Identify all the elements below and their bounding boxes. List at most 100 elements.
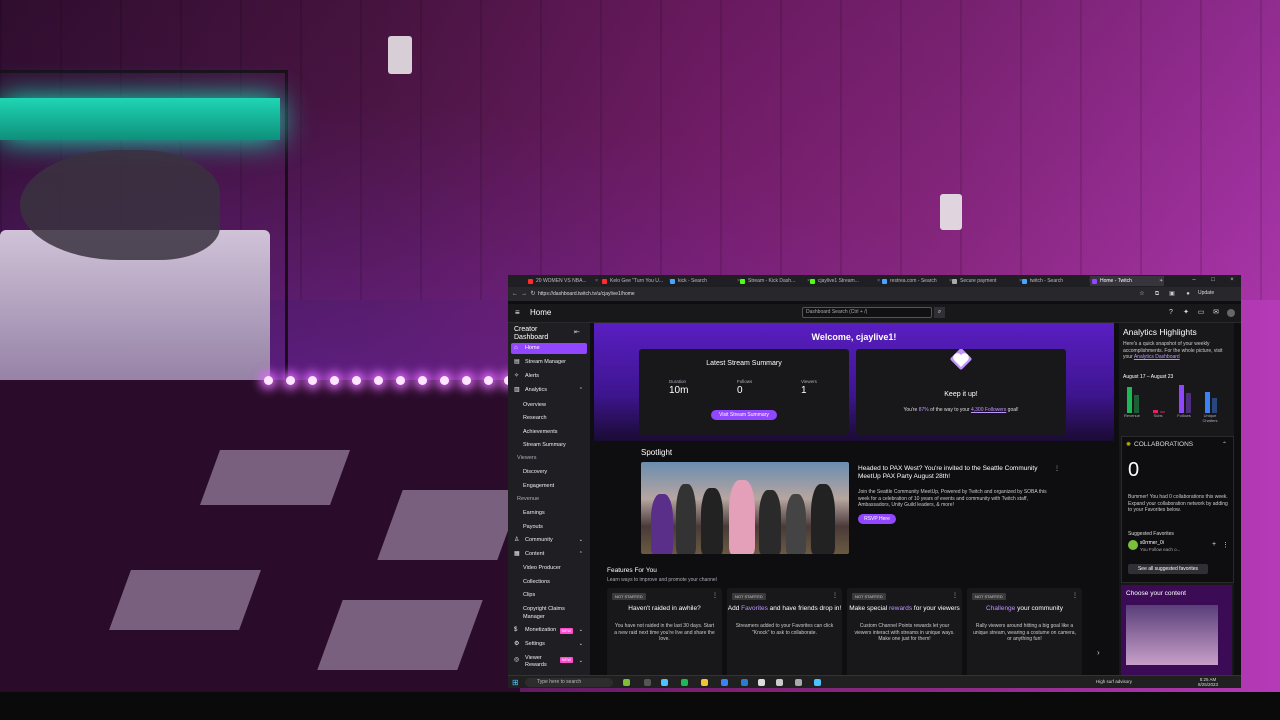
hamburger-menu-icon[interactable]: ≡ <box>515 309 523 317</box>
avatar[interactable] <box>1227 309 1235 317</box>
content-thumbnail[interactable] <box>1126 605 1218 665</box>
sidebar-item-settings[interactable]: ⚙ Settings ⌄ <box>511 639 587 650</box>
browser-tab[interactable]: Secure payment × <box>950 276 1024 286</box>
edge-browser-icon[interactable] <box>661 679 668 686</box>
dashboard-search-input[interactable]: Dashboard Search (Ctrl + /) <box>802 307 932 318</box>
sidebar-item-analytics[interactable]: ▥ Analytics ⌃ <box>511 385 587 396</box>
add-favorite-icon[interactable]: + <box>1212 541 1216 548</box>
forward-icon[interactable]: → <box>520 290 528 298</box>
browser-tab-active[interactable]: Home - Twitch × <box>1090 276 1164 286</box>
collections-icon[interactable]: ▣ <box>1168 290 1176 298</box>
update-button[interactable]: Update <box>1198 290 1214 296</box>
sidebar-item-clips[interactable]: Clips <box>523 591 583 599</box>
browser-tab[interactable]: Kelo Gee "Turn You U...× <box>600 276 674 286</box>
whispers-icon[interactable]: ✉ <box>1212 309 1220 317</box>
sidebar-item-copyright[interactable]: Copyright Claims Manager <box>523 605 583 621</box>
url-field[interactable]: https://dashboard.twitch.tv/u/cjaylive1/… <box>538 290 1098 298</box>
browser-tab[interactable]: Stream - Kick Dash... × <box>738 276 812 286</box>
sidebar-item-home[interactable]: ⌂ Home <box>511 343 587 354</box>
new-tab-button[interactable]: + <box>1160 276 1176 286</box>
feature-card-rewards[interactable]: NOT STARTED ⋮ Make special rewards for y… <box>847 588 962 675</box>
inbox-icon[interactable]: ▭ <box>1197 309 1205 317</box>
choose-content-card[interactable]: Choose your content <box>1121 585 1232 675</box>
windows-start-icon[interactable]: ⊞ <box>512 678 521 687</box>
analytics-dashboard-link[interactable]: Analytics Dashboard <box>1134 354 1180 360</box>
window-close-icon[interactable]: × <box>1228 276 1236 284</box>
spotlight-body: Join the Seattle Community MeetUp, Power… <box>858 489 1047 508</box>
sidebar-item-community[interactable]: ♙ Community ⌄ <box>511 535 587 546</box>
suggested-favorites-label: Suggested Favorites <box>1128 531 1174 537</box>
sidebar-item-stream-manager[interactable]: ▤ Stream Manager <box>511 357 587 368</box>
analytics-bar-shadow <box>1212 398 1217 413</box>
feature-card-raid[interactable]: NOT STARTED ⋮ Haven't raided in awhile? … <box>607 588 722 675</box>
feature-card-favorites[interactable]: NOT STARTED ⋮ Add Favorites and have fri… <box>727 588 842 675</box>
sidebar-item-earnings[interactable]: Earnings <box>523 509 583 517</box>
sidebar-item-alerts[interactable]: ✧ Alerts <box>511 371 587 382</box>
see-all-suggested-button[interactable]: See all suggested favorites <box>1128 564 1208 574</box>
sidebar-item-payouts[interactable]: Payouts <box>523 523 583 531</box>
close-icon[interactable]: × <box>595 276 598 286</box>
more-options-icon[interactable]: ⋮ <box>1222 541 1229 549</box>
tab-favicon-icon <box>882 279 887 284</box>
spotlight-image[interactable] <box>641 462 849 554</box>
obs-icon[interactable] <box>758 679 765 686</box>
suggested-user-name[interactable]: s0rrmer_0i <box>1140 540 1164 546</box>
favorite-star-icon[interactable]: ☆ <box>1138 290 1146 298</box>
browser-tab[interactable]: cjaylive1 Stream... × <box>808 276 882 286</box>
sidebar-item-overview[interactable]: Overview <box>523 401 583 409</box>
weather-alert[interactable]: High surf advisory <box>1096 679 1132 684</box>
more-options-icon[interactable]: ⋮ <box>1072 592 1078 599</box>
clock[interactable]: 5:25 AM 8/25/2023 <box>1198 677 1218 687</box>
sidebar-item-achievements[interactable]: Achievements <box>523 428 583 436</box>
chevron-right-icon[interactable]: › <box>1097 648 1100 657</box>
task-view-icon[interactable] <box>644 679 651 686</box>
more-options-icon[interactable]: ⋮ <box>712 592 718 599</box>
browser-tab[interactable]: 20 WOMEN VS NBA... × <box>526 276 600 286</box>
home-icon: ⌂ <box>514 345 518 351</box>
sidebar-item-discovery[interactable]: Discovery <box>523 468 583 476</box>
file-explorer-icon[interactable] <box>701 679 708 686</box>
search-icon[interactable]: ⌕ <box>934 307 945 318</box>
taskbar-search-input[interactable]: Type here to search <box>525 678 613 687</box>
more-options-icon[interactable]: ⋮ <box>832 592 838 599</box>
sidebar-item-research[interactable]: Research <box>523 414 583 422</box>
app-icon[interactable] <box>814 679 821 686</box>
app-icon[interactable] <box>681 679 688 686</box>
new-badge: NEW <box>559 628 573 634</box>
more-options-icon[interactable]: ⋮ <box>1054 465 1060 472</box>
sidebar-item-content[interactable]: ▦ Content ⌃ <box>511 549 587 560</box>
help-icon[interactable]: ? <box>1167 309 1175 317</box>
store-icon[interactable] <box>741 679 748 686</box>
minimize-icon[interactable]: – <box>1190 276 1198 284</box>
tab-favicon-icon <box>740 279 745 284</box>
avatar[interactable] <box>1128 540 1138 550</box>
app-icon[interactable] <box>795 679 802 686</box>
sidebar-item-video-producer[interactable]: Video Producer <box>523 564 583 572</box>
maximize-icon[interactable]: □ <box>1209 276 1217 284</box>
chevron-up-icon[interactable]: ⌃ <box>1222 441 1227 448</box>
sidebar-item-engagement[interactable]: Engagement <box>523 482 583 490</box>
browser-tab[interactable]: restrea.com - Search × <box>880 276 954 286</box>
collapse-sidebar-icon[interactable]: ⇤ <box>574 328 580 336</box>
sidebar-item-viewer-rewards[interactable]: ◎ Viewer Rewards NEW ⌄ <box>511 654 587 670</box>
extensions-icon[interactable]: ⧉ <box>1153 290 1161 298</box>
sidebar-item-stream-summary[interactable]: Stream Summary <box>523 441 583 449</box>
feature-card-challenge[interactable]: NOT STARTED ⋮ Challenge your community R… <box>967 588 1082 675</box>
more-options-icon[interactable]: ⋮ <box>952 592 958 599</box>
browser-tab[interactable]: twitch - Search× <box>1020 276 1094 286</box>
follower-goal-link[interactable]: 4,300 Followers <box>971 407 1006 413</box>
app-icon[interactable] <box>776 679 783 686</box>
refresh-icon[interactable]: ↻ <box>529 290 537 298</box>
back-icon[interactable]: ← <box>511 290 519 298</box>
rsvp-button[interactable]: RSVP Here <box>858 514 896 524</box>
game-app-icon[interactable] <box>623 679 630 686</box>
sidebar-item-monetization[interactable]: $ Monetization NEW ⌄ <box>511 625 587 636</box>
profile-icon[interactable]: ● <box>1184 290 1192 298</box>
bar-label: Follows <box>1177 413 1191 418</box>
bar-label: Unique Chatters <box>1202 413 1218 423</box>
magic-wand-icon[interactable]: ✦ <box>1182 309 1190 317</box>
browser-tab[interactable]: kick - Search × <box>668 276 742 286</box>
visit-stream-summary-button[interactable]: Visit Stream Summary <box>711 410 777 420</box>
mail-icon[interactable] <box>721 679 728 686</box>
sidebar-item-collections[interactable]: Collections <box>523 578 583 586</box>
